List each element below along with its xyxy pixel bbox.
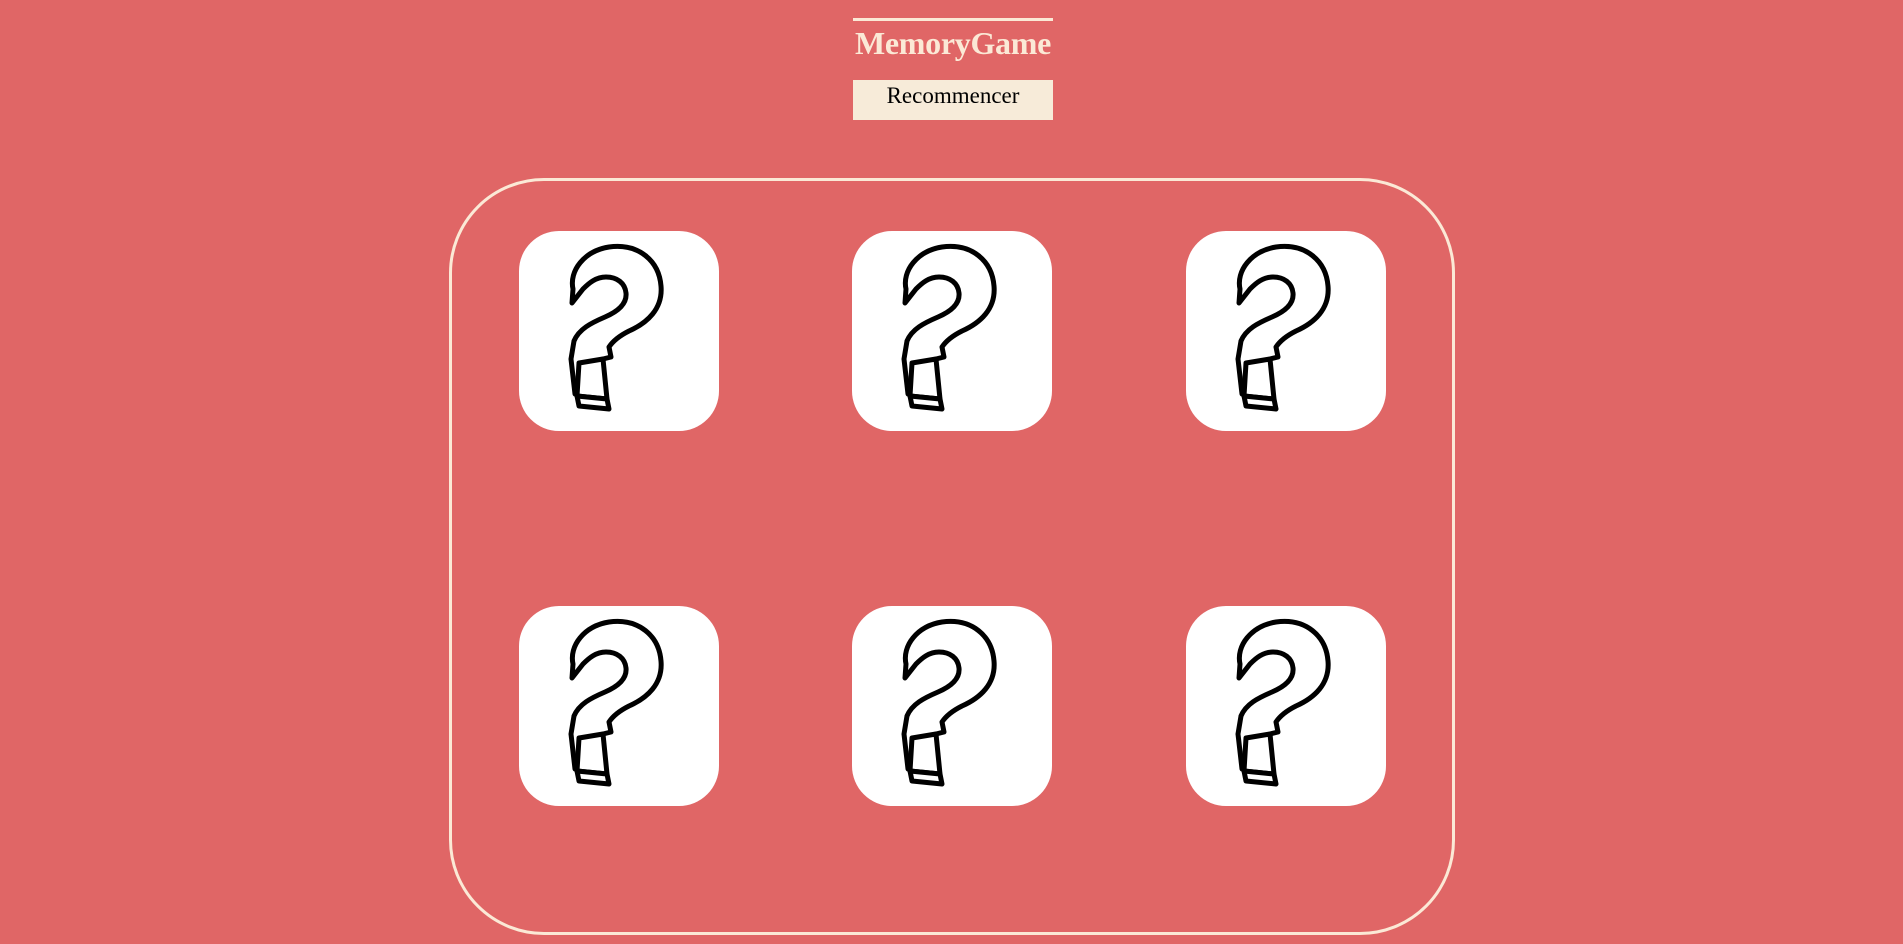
page-title: MemoryGame [854,25,1052,61]
question-mark-icon [901,618,997,787]
memory-card[interactable] [519,606,719,806]
memory-card[interactable] [1186,606,1386,806]
question-mark-icon [1235,243,1331,412]
question-mark-icon [568,243,664,412]
header: MemoryGame [853,18,1053,63]
memory-card[interactable] [852,606,1052,806]
question-mark-icon [1235,618,1331,787]
restart-button[interactable]: Recommencer [853,80,1053,120]
title-rule [853,18,1053,21]
memory-card[interactable] [519,231,719,431]
memory-card[interactable] [852,231,1052,431]
question-mark-icon [568,618,664,787]
question-mark-icon [901,243,997,412]
memory-card[interactable] [1186,231,1386,431]
memory-game-page: MemoryGame Recommencer [0,0,1903,944]
